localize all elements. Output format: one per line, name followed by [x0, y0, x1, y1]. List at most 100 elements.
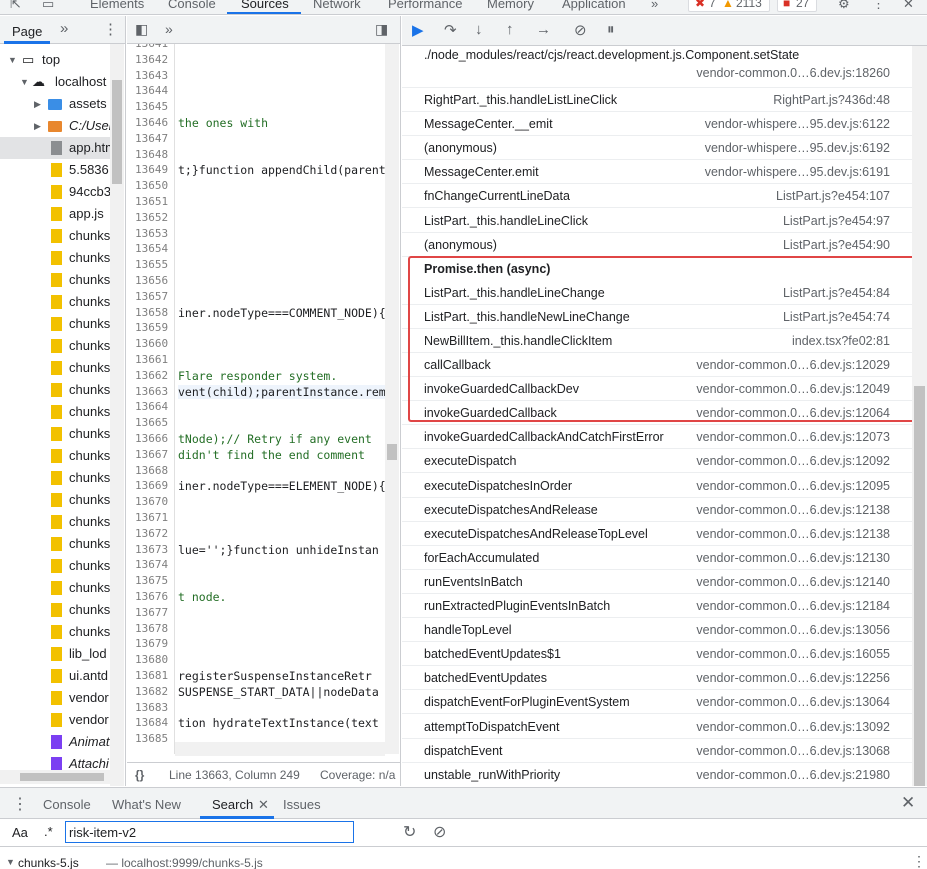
call-frame[interactable]: forEachAccumulated vendor-common.0…6.dev.… [402, 546, 912, 570]
line-number[interactable]: 13641 [135, 44, 168, 50]
call-frame[interactable]: executeDispatch vendor-common.0…6.dev.js:… [402, 449, 912, 474]
code-line[interactable]: SUSPENSE_START_DATA||nodeData [178, 685, 379, 699]
frame-location-link[interactable]: vendor-common.0…6.dev.js:16055 [696, 647, 890, 661]
line-number[interactable]: 13648 [135, 148, 168, 161]
code-line[interactable]: vent(child);parentInstance.rem [178, 384, 386, 399]
tree-item[interactable]: chunks [0, 489, 110, 511]
line-number[interactable]: 13678 [135, 622, 168, 635]
drawer-tab-whats-new[interactable]: What's New [112, 797, 181, 812]
tree-item[interactable]: ▶ assets [0, 93, 110, 115]
tab-network[interactable]: Network [313, 0, 361, 11]
tree-item[interactable]: ▼ ▭ top [0, 49, 110, 71]
line-number[interactable]: 13663 [135, 385, 168, 398]
match-case-toggle[interactable]: Aa [12, 825, 28, 840]
line-number[interactable]: 13674 [135, 558, 168, 571]
toggle-debugger-icon[interactable]: ◨ [375, 21, 388, 38]
call-frame[interactable]: runEventsInBatch vendor-common.0…6.dev.js… [402, 570, 912, 594]
more-navigator-tabs-icon[interactable]: » [60, 20, 68, 37]
line-number[interactable]: 13646 [135, 116, 168, 129]
settings-gear-icon[interactable]: ⚙ [838, 0, 850, 12]
navigator-menu-icon[interactable]: ⋮ [103, 20, 118, 38]
device-toolbar-icon[interactable]: ▭ [42, 0, 54, 12]
tree-item[interactable]: ▶ C:/Users [0, 115, 110, 137]
call-frame[interactable]: handleTopLevel vendor-common.0…6.dev.js:1… [402, 618, 912, 643]
close-devtools-icon[interactable]: ✕ [903, 0, 914, 12]
line-number[interactable]: 13658 [135, 306, 168, 319]
result-menu-icon[interactable]: ⋮ [912, 853, 926, 869]
call-frame[interactable]: ./node_modules/react/cjs/react.developme… [402, 46, 912, 88]
inspect-element-icon[interactable]: ⇱ [10, 0, 21, 12]
expand-triangle-icon[interactable]: ▼ [6, 857, 15, 867]
call-frame[interactable]: MessageCenter.emit vendor-whispere…95.dev… [402, 160, 912, 185]
call-frame[interactable]: executeDispatchesAndRelease vendor-common… [402, 498, 912, 522]
call-frame[interactable]: attemptToDispatchEvent vendor-common.0…6.… [402, 715, 912, 739]
console-counts-badge[interactable]: ✖ 7 ▲ 2113 [688, 0, 770, 12]
line-number[interactable]: 13677 [135, 606, 168, 619]
more-editor-tabs-icon[interactable]: » [165, 21, 173, 37]
line-number[interactable]: 13675 [135, 574, 168, 587]
frame-location-link[interactable]: vendor-common.0…6.dev.js:12184 [696, 599, 890, 613]
call-frame[interactable]: batchedEventUpdates$1 vendor-common.0…6.d… [402, 642, 912, 667]
frame-location-link[interactable]: vendor-common.0…6.dev.js:12138 [696, 503, 890, 517]
frame-location-link[interactable]: vendor-common.0…6.dev.js:13064 [696, 695, 890, 709]
tab-console[interactable]: Console [168, 0, 216, 11]
step-out-icon[interactable]: ↑ [506, 21, 514, 38]
drawer-tab-search[interactable]: Search [212, 797, 253, 812]
line-number[interactable]: 13670 [135, 495, 168, 508]
tree-item[interactable]: chunks [0, 335, 110, 357]
tab-page[interactable]: Page [12, 24, 42, 39]
frame-location-link[interactable]: vendor-common.0…6.dev.js:12130 [696, 551, 890, 565]
frame-location-link[interactable]: vendor-common.0…6.dev.js:12092 [696, 454, 890, 468]
line-number[interactable]: 13662 [135, 369, 168, 382]
tree-item[interactable]: chunks [0, 313, 110, 335]
drawer-menu-icon[interactable]: ⋮ [12, 794, 28, 814]
call-frame[interactable]: fnChangeCurrentLineData ListPart.js?e454:… [402, 184, 912, 209]
refresh-search-icon[interactable]: ↻ [403, 822, 416, 842]
frame-location-link[interactable]: vendor-whispere…95.dev.js:6191 [705, 165, 890, 179]
tree-item[interactable]: Animati [0, 731, 110, 753]
frame-location-link[interactable]: vendor-common.0…6.dev.js:18260 [696, 66, 890, 80]
resume-icon[interactable]: ▶ [412, 21, 424, 39]
call-frame[interactable]: RightPart._this.handleListLineClick Right… [402, 88, 912, 112]
call-frame[interactable]: (anonymous) vendor-whispere…95.dev.js:619… [402, 136, 912, 161]
drawer-tab-console[interactable]: Console [43, 797, 91, 812]
line-number[interactable]: 13666 [135, 432, 168, 445]
call-frame[interactable]: executeDispatchesAndReleaseTopLevel vendo… [402, 522, 912, 546]
tree-item[interactable]: chunks [0, 533, 110, 555]
line-number[interactable]: 13664 [135, 400, 168, 413]
tree-item[interactable]: app.html [0, 137, 110, 159]
customize-kebab-icon[interactable]: ⋮ [872, 0, 885, 12]
tree-item[interactable]: chunks [0, 379, 110, 401]
regex-toggle[interactable]: .* [44, 824, 53, 839]
expand-arrow-icon[interactable]: ▼ [20, 71, 29, 93]
call-frame[interactable]: batchedEventUpdates vendor-common.0…6.dev… [402, 666, 912, 691]
step-over-icon[interactable]: ↷ [444, 21, 457, 39]
line-number[interactable]: 13685 [135, 732, 168, 745]
line-number[interactable]: 13649 [135, 163, 168, 176]
line-number[interactable]: 13651 [135, 195, 168, 208]
call-frame[interactable]: dispatchEvent vendor-common.0…6.dev.js:13… [402, 739, 912, 763]
line-number[interactable]: 13684 [135, 716, 168, 729]
code-line[interactable]: Flare responder system. [178, 369, 337, 383]
tab-elements[interactable]: Elements [90, 0, 144, 11]
code-line[interactable]: didn't find the end comment [178, 448, 365, 462]
code-line[interactable]: tNode);// Retry if any event [178, 432, 372, 446]
line-number[interactable]: 13647 [135, 132, 168, 145]
tree-item[interactable]: vendor [0, 687, 110, 709]
frame-location-link[interactable]: vendor-common.0…6.dev.js:12140 [696, 575, 890, 589]
deactivate-breakpoints-icon[interactable]: ⊘ [574, 21, 587, 39]
tree-item[interactable]: chunks [0, 511, 110, 533]
line-number[interactable]: 13669 [135, 479, 168, 492]
tree-item[interactable]: chunks [0, 401, 110, 423]
tree-item[interactable]: 94ccb3 [0, 181, 110, 203]
tab-performance[interactable]: Performance [388, 0, 462, 11]
tab-sources[interactable]: Sources [241, 0, 289, 11]
drawer-tab-issues[interactable]: Issues [283, 797, 321, 812]
editor-vertical-scrollbar[interactable] [385, 44, 399, 754]
expand-arrow-icon[interactable]: ▼ [8, 49, 17, 71]
tree-item[interactable]: chunks [0, 423, 110, 445]
line-number[interactable]: 13654 [135, 242, 168, 255]
tree-item[interactable]: chunks [0, 577, 110, 599]
frame-location-link[interactable]: vendor-common.0…6.dev.js:12138 [696, 527, 890, 541]
line-number[interactable]: 13661 [135, 353, 168, 366]
